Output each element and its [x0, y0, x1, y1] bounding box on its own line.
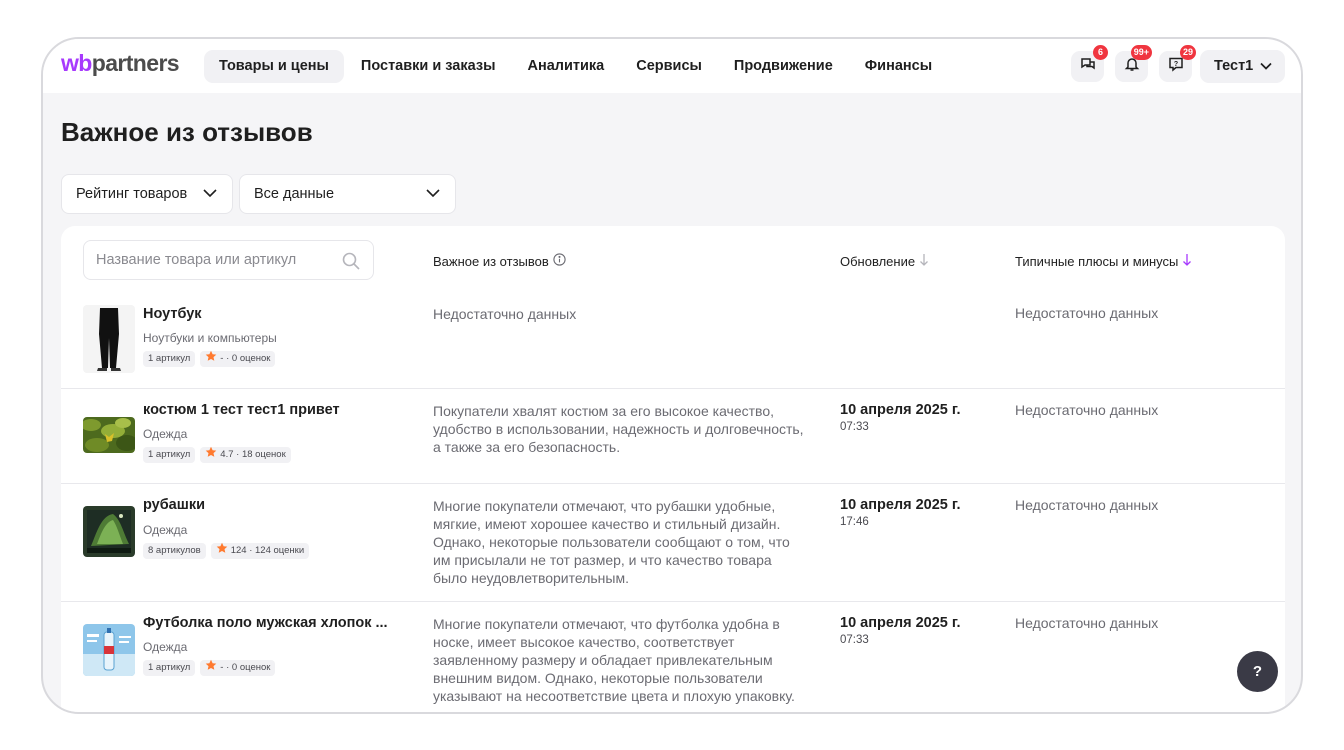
nav-item-services[interactable]: Сервисы	[621, 50, 717, 83]
main-nav: Товары и цены Поставки и заказы Аналитик…	[204, 50, 949, 83]
product-name[interactable]: рубашки	[143, 497, 205, 513]
search-input[interactable]	[84, 241, 373, 279]
table-row[interactable]: Футболка поло мужская хлопок ... Одежда …	[61, 602, 1285, 712]
support-button[interactable]: ? 29	[1159, 45, 1196, 82]
rating-badge: - · 0 оценок	[200, 659, 276, 677]
star-icon	[205, 659, 220, 677]
product-thumbnail	[83, 506, 135, 557]
product-tags: 1 артикул - · 0 оценок	[143, 659, 280, 677]
svg-text:?: ?	[1173, 61, 1177, 68]
pros-cons: Недостаточно данных	[1015, 402, 1159, 418]
product-name[interactable]: костюм 1 тест тест1 привет	[143, 402, 340, 418]
chat-badge: 6	[1093, 45, 1108, 60]
update-time: 17:46	[840, 516, 869, 528]
product-thumbnail	[83, 305, 135, 373]
rating-filter-dropdown[interactable]: Рейтинг товаров	[61, 174, 233, 214]
product-tags: 8 артикулов 124 · 124 оценки	[143, 542, 314, 560]
star-icon	[205, 350, 220, 368]
filter-label: Все данные	[254, 186, 335, 202]
articles-badge: 1 артикул	[143, 351, 196, 367]
product-tags: 1 артикул - · 0 оценок	[143, 350, 280, 368]
sort-arrow-down-icon	[915, 253, 929, 269]
product-category: Одежда	[143, 523, 188, 537]
rating-badge: - · 0 оценок	[200, 350, 276, 368]
nav-item-analytics[interactable]: Аналитика	[512, 50, 619, 83]
articles-badge: 1 артикул	[143, 660, 196, 676]
notifications-button[interactable]: 99+	[1115, 45, 1152, 82]
review-summary: Недостаточно данных	[433, 306, 577, 322]
product-category: Ноутбуки и компьютеры	[143, 331, 277, 345]
update-date: 10 апреля 2025 г.	[840, 402, 961, 418]
nav-item-supplies[interactable]: Поставки и заказы	[346, 50, 511, 83]
articles-badge: 8 артикулов	[143, 543, 206, 559]
sort-arrow-down-icon	[1178, 253, 1192, 269]
table-row[interactable]: Ноутбук Ноутбуки и компьютеры 1 артикул …	[61, 292, 1285, 389]
product-category: Одежда	[143, 640, 188, 654]
nav-item-finance[interactable]: Финансы	[850, 50, 947, 83]
star-icon	[205, 446, 220, 464]
rating-badge: 4.7 · 18 оценок	[200, 446, 291, 464]
logo[interactable]: wbpartners	[61, 50, 180, 77]
user-menu[interactable]: Тест1	[1200, 50, 1285, 83]
rating-badge: 124 · 124 оценки	[210, 542, 310, 560]
nav-item-products[interactable]: Товары и цены	[204, 50, 344, 83]
product-search[interactable]	[83, 240, 374, 280]
pros-cons: Недостаточно данных	[1015, 497, 1159, 513]
top-bar: wbpartners Товары и цены Поставки и зака…	[43, 39, 1301, 93]
data-filter-dropdown[interactable]: Все данные	[239, 174, 456, 214]
nav-item-promotion[interactable]: Продвижение	[719, 50, 848, 83]
review-summary: Многие покупатели отмечают, что футболка…	[433, 616, 795, 704]
table-row[interactable]: рубашки Одежда 8 артикулов 124 · 124 оце…	[61, 484, 1285, 602]
chat-icon	[1080, 56, 1096, 77]
column-header-summary: Важное из отзывов	[433, 253, 566, 269]
update-time: 07:33	[840, 421, 869, 433]
help-chat-icon: ?	[1168, 56, 1184, 77]
product-category: Одежда	[143, 427, 188, 441]
product-name[interactable]: Ноутбук	[143, 306, 202, 322]
notifications-badge: 99+	[1130, 45, 1152, 60]
support-badge: 29	[1179, 45, 1196, 60]
update-date: 10 апреля 2025 г.	[840, 615, 961, 631]
update-time: 07:33	[840, 634, 869, 646]
chat-button[interactable]: 6	[1071, 45, 1108, 82]
app-window: wbpartners Товары и цены Поставки и зака…	[41, 37, 1303, 714]
column-header-pros-cons[interactable]: Типичные плюсы и минусы	[1015, 253, 1192, 269]
table-row[interactable]: костюм 1 тест тест1 привет Одежда 1 арти…	[61, 389, 1285, 484]
product-thumbnail	[83, 417, 135, 453]
page-title: Важное из отзывов	[61, 117, 313, 147]
filter-label: Рейтинг товаров	[76, 186, 188, 202]
review-summary: Многие покупатели отмечают, что рубашки …	[433, 498, 790, 586]
pros-cons: Недостаточно данных	[1015, 615, 1159, 631]
column-header-updated[interactable]: Обновление	[840, 253, 929, 269]
product-name[interactable]: Футболка поло мужская хлопок ...	[143, 615, 388, 631]
update-date: 10 апреля 2025 г.	[840, 497, 961, 513]
user-name: Тест1	[1214, 58, 1254, 74]
reviews-table: Важное из отзывов Обновление Типичные пл…	[61, 226, 1285, 712]
info-icon[interactable]	[549, 253, 566, 269]
product-tags: 1 артикул 4.7 · 18 оценок	[143, 446, 296, 464]
product-thumbnail	[83, 624, 135, 676]
pros-cons: Недостаточно данных	[1015, 305, 1159, 321]
help-button[interactable]: ?	[1237, 651, 1278, 692]
star-icon	[216, 542, 231, 560]
review-summary: Покупатели хвалят костюм за его высокое …	[433, 403, 804, 455]
articles-badge: 1 артикул	[143, 447, 196, 463]
